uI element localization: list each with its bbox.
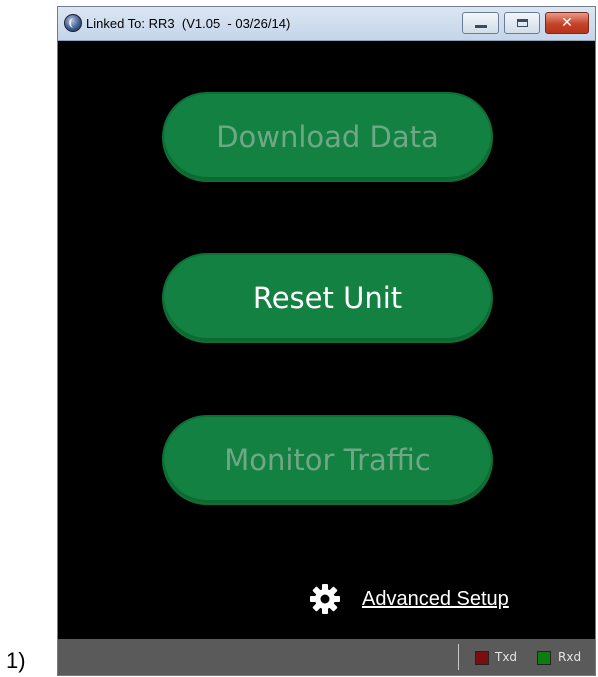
close-icon: ✕: [561, 15, 573, 31]
window-title: Linked To: RR3 (V1.05 - 03/26/14): [86, 16, 291, 31]
advanced-setup-label[interactable]: Advanced Setup: [362, 588, 509, 611]
status-divider: [458, 644, 459, 670]
app-globe-icon: [64, 14, 82, 32]
status-bar: Txd Rxd: [58, 639, 595, 675]
minimize-icon: [475, 25, 487, 28]
rxd-label: Rxd: [558, 650, 582, 664]
minimize-button[interactable]: [462, 12, 499, 34]
rxd-indicator: [537, 651, 551, 665]
maximize-button[interactable]: [504, 12, 540, 34]
monitor-traffic-button[interactable]: Monitor Traffic: [162, 415, 493, 505]
download-data-button[interactable]: Download Data: [162, 92, 493, 182]
title-bar[interactable]: Linked To: RR3 (V1.05 - 03/26/14) ✕: [58, 7, 595, 41]
app-window: Linked To: RR3 (V1.05 - 03/26/14) ✕ Down…: [57, 6, 596, 676]
close-button[interactable]: ✕: [545, 12, 589, 34]
txd-indicator: [475, 651, 489, 665]
txd-label: Txd: [495, 650, 518, 664]
gear-icon: [310, 584, 340, 614]
reset-unit-button[interactable]: Reset Unit: [162, 253, 493, 343]
figure-label: 1): [6, 648, 26, 673]
maximize-icon: [517, 19, 528, 27]
